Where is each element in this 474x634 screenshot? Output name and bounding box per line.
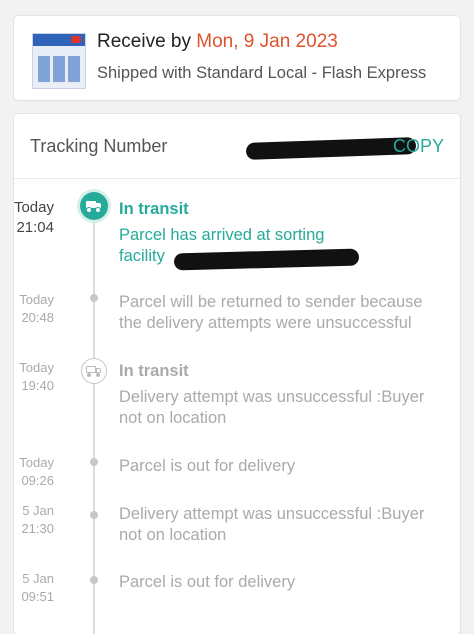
event-description: Parcel will be returned to sender becaus… [119,293,423,332]
event-date: 5 Jan [22,571,54,586]
copy-button[interactable]: COPY [393,136,444,157]
event-description: Delivery attempt was unsuccessful :Buyer… [119,388,425,427]
event-time: 21:30 [21,521,54,536]
truck-icon [81,358,107,384]
receive-by-prefix: Receive by [97,31,197,52]
product-thumbnail [32,33,86,89]
timeline-line [93,214,95,634]
event-date: Today [13,199,54,216]
redacted-tracking-number [245,137,417,160]
receive-by-date: Mon, 9 Jan 2023 [196,31,338,52]
event-date: Today [19,455,54,470]
event-time: 19:40 [21,378,54,393]
event-time: 09:51 [21,589,54,604]
tracking-number-label: Tracking Number [30,136,168,156]
divider [14,178,460,179]
timeline-dot [90,576,98,584]
shipping-method: Shipped with Standard Local - Flash Expr… [97,64,427,82]
truck-icon [80,192,108,220]
event-date: 5 Jan [22,503,54,518]
timeline-dot [90,294,98,302]
event-date: Today [19,360,54,375]
event-date: Today [19,292,54,307]
tracking-card: Tracking Number COPY Today 21:04 In tran… [14,114,460,634]
event-time: 20:48 [21,310,54,325]
delivery-summary-card: Receive by Mon, 9 Jan 2023 Shipped with … [14,16,460,100]
event-title: In transit [119,200,189,218]
event-description: Parcel is out for delivery [119,457,296,475]
event-description: Parcel is out for delivery [119,573,296,591]
event-time: 09:26 [21,473,54,488]
event-title: In transit [119,362,189,380]
event-time: 21:04 [16,219,54,236]
redacted-location [173,248,360,271]
timeline-dot [90,511,98,519]
receive-by-text: Receive by Mon, 9 Jan 2023 [97,31,338,53]
timeline-dot [90,458,98,466]
event-description: Delivery attempt was unsuccessful :Buyer… [119,505,425,544]
